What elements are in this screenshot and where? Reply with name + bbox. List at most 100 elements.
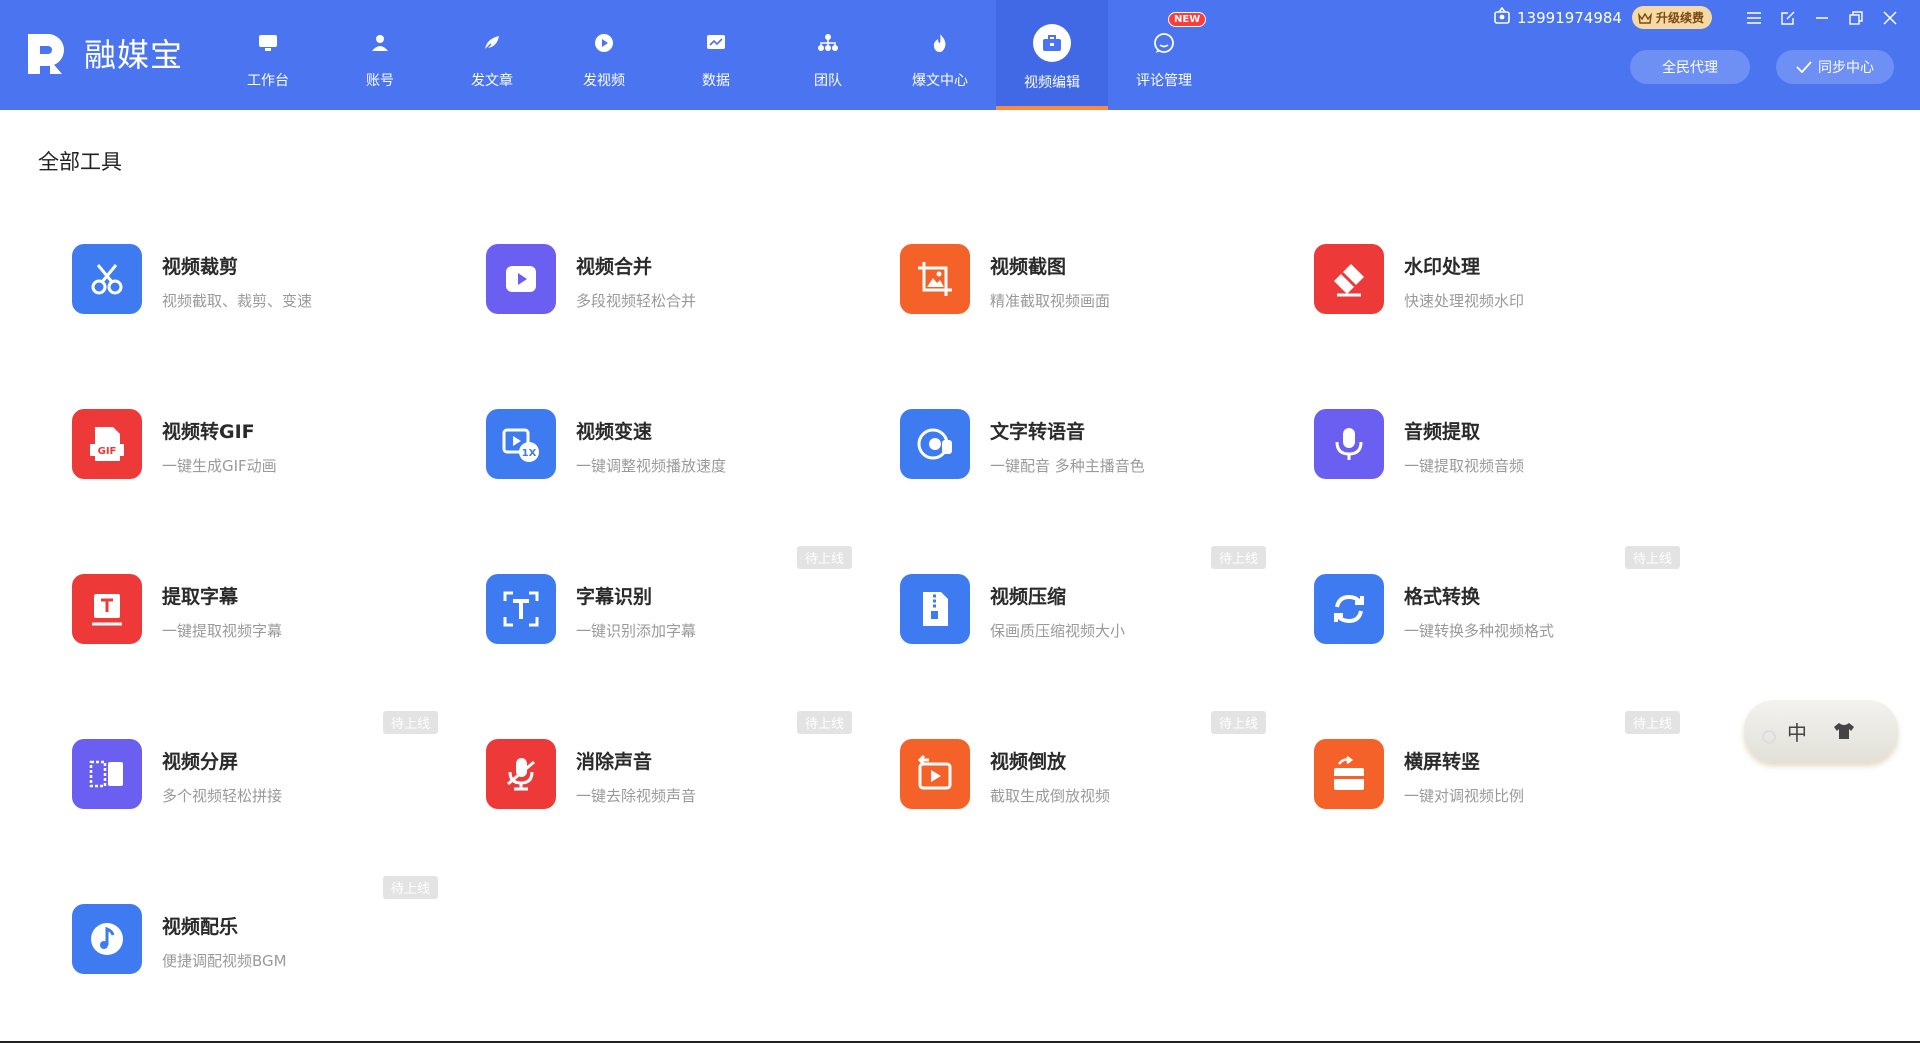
menu-icon[interactable] [1744, 8, 1764, 28]
user-icon [363, 26, 397, 60]
coming-soon-badge: 待上线 [382, 876, 438, 899]
app-name: 融媒宝 [84, 36, 184, 74]
coming-soon-badge: 待上线 [1210, 711, 1266, 734]
tool-card[interactable]: 水印处理快速处理视频水印 [1314, 244, 1674, 334]
window-controls: 13991974984 升级续费 [1493, 6, 1900, 29]
tool-card[interactable]: 视频裁剪视频截取、裁剪、变速 [72, 244, 432, 334]
tool-card[interactable]: 1X 视频变速 一键调整视频播放速度 [486, 409, 846, 499]
tool-description: 快速处理视频水印 [1404, 292, 1525, 310]
nav-label: 数据 [702, 73, 730, 89]
tool-name: 视频截图 [990, 256, 1067, 278]
chart-icon [699, 26, 733, 60]
tool-name: 视频合并 [576, 256, 653, 278]
coming-soon-badge: 待上线 [1624, 711, 1680, 734]
agent-button[interactable]: 全民代理 [1630, 50, 1750, 84]
eraser-icon [1314, 244, 1384, 314]
gif-icon: GIF [72, 409, 142, 479]
tool-card[interactable]: 视频合并多段视频轻松合并 [486, 244, 846, 334]
tool-card[interactable]: 横屏转竖 一键对调视频比例 待上线 [1314, 711, 1680, 829]
tool-card[interactable]: 消除声音一键去除视频声音 待上线 [486, 711, 852, 829]
svg-text:1X: 1X [522, 448, 537, 459]
tool-name: 提取字幕 [162, 586, 239, 608]
page-title: 全部工具 [38, 150, 122, 174]
tool-name: 水印处理 [1404, 256, 1481, 278]
feather-icon [475, 26, 509, 60]
tool-card[interactable]: 视频分屏 多个视频轻松拼接 待上线 [72, 711, 438, 829]
flame-icon [923, 26, 957, 60]
nav-item-8[interactable]: 评论管理 NEW [1108, 0, 1220, 110]
tool-description: 一键提取视频音频 [1404, 457, 1525, 475]
user-badge-icon[interactable] [1493, 6, 1511, 29]
tool-name: 音频提取 [1404, 421, 1481, 443]
toolbox-icon [1033, 24, 1071, 62]
tool-card[interactable]: 提取字幕一键提取视频字幕 [72, 574, 432, 664]
tool-description: 视频截取、裁剪、变速 [162, 292, 313, 310]
tool-name: 视频变速 [576, 421, 653, 443]
screenshot-icon [900, 244, 970, 314]
tool-description: 一键生成GIF动画 [162, 457, 277, 475]
tool-card[interactable]: 视频压缩 保画质压缩视频大小 待上线 [900, 546, 1266, 664]
new-badge: NEW [1168, 12, 1207, 27]
nav-item-0[interactable]: 工作台 [212, 0, 324, 110]
restore-icon[interactable] [1846, 8, 1866, 28]
mute-mic-icon [486, 739, 556, 809]
tool-description: 精准截取视频画面 [990, 292, 1111, 310]
edit-icon[interactable] [1778, 8, 1798, 28]
tool-description: 保画质压缩视频大小 [990, 622, 1126, 640]
tool-card[interactable]: 视频配乐 便捷调配视频BGM 待上线 [72, 876, 438, 994]
convert-icon [1314, 574, 1384, 644]
tool-card[interactable]: 视频截图精准截取视频画面 [900, 244, 1260, 334]
tool-name: 格式转换 [1404, 586, 1481, 608]
nav-item-4[interactable]: 数据 [660, 0, 772, 110]
tool-card[interactable]: 字幕识别 一键识别添加字幕 待上线 [486, 546, 852, 664]
close-icon[interactable] [1880, 8, 1900, 28]
video-merge-icon [486, 244, 556, 314]
minimize-icon[interactable] [1812, 8, 1832, 28]
app-logo: 融媒宝 [24, 30, 183, 76]
nav-label: 账号 [366, 73, 394, 89]
nav-item-7[interactable]: 视频编辑 [996, 0, 1108, 110]
tool-name: 消除声音 [576, 751, 653, 773]
tool-description: 一键去除视频声音 [576, 787, 697, 805]
coming-soon-badge: 待上线 [796, 711, 852, 734]
tool-name: 视频配乐 [162, 916, 239, 938]
nav-label: 爆文中心 [912, 73, 968, 89]
play-icon [587, 26, 621, 60]
skin-shirt-icon [1834, 723, 1854, 739]
nav-label: 发视频 [583, 73, 625, 89]
nav-item-3[interactable]: 发视频 [548, 0, 660, 110]
music-icon [72, 904, 142, 974]
tool-name: 视频转GIF [162, 421, 255, 443]
tool-description: 多段视频轻松合并 [576, 292, 697, 310]
tool-name: 文字转语音 [990, 421, 1086, 443]
tool-name: 视频裁剪 [162, 256, 239, 278]
tool-card[interactable]: 音频提取一键提取视频音频 [1314, 409, 1674, 499]
coming-soon-badge: 待上线 [1210, 546, 1266, 569]
sync-center-button[interactable]: 同步中心 [1776, 50, 1894, 84]
tool-description: 一键提取视频字幕 [162, 622, 283, 640]
subtitle-extract-icon [72, 574, 142, 644]
nav-label: 发文章 [471, 73, 513, 89]
upgrade-button[interactable]: 升级续费 [1631, 6, 1712, 29]
nav-item-2[interactable]: 发文章 [436, 0, 548, 110]
tool-card[interactable]: 文字转语音一键配音 多种主播音色 [900, 409, 1260, 499]
nav-label: 团队 [814, 73, 842, 89]
tool-card[interactable]: 格式转换 一键转换多种视频格式 待上线 [1314, 546, 1680, 664]
ime-toolbar[interactable]: 中 [1744, 700, 1898, 762]
tool-description: 一键配音 多种主播音色 [990, 457, 1145, 475]
nav-item-5[interactable]: 团队 [772, 0, 884, 110]
nav-item-1[interactable]: 账号 [324, 0, 436, 110]
scissors-icon [72, 244, 142, 314]
svg-text:GIF: GIF [98, 446, 117, 457]
tool-name: 横屏转竖 [1404, 751, 1481, 773]
check-icon [1796, 61, 1812, 73]
tool-card[interactable]: 视频倒放 截取生成倒放视频 待上线 [900, 711, 1266, 829]
nav-label: 评论管理 [1136, 73, 1192, 89]
nav-item-6[interactable]: 爆文中心 [884, 0, 996, 110]
coming-soon-badge: 待上线 [382, 711, 438, 734]
user-phone[interactable]: 13991974984 [1517, 9, 1622, 27]
comment-icon [1147, 26, 1181, 60]
crown-icon [1637, 11, 1652, 24]
microphone-icon [1314, 409, 1384, 479]
tool-card[interactable]: GIF 视频转GIF 一键生成GIF动画 [72, 409, 432, 499]
